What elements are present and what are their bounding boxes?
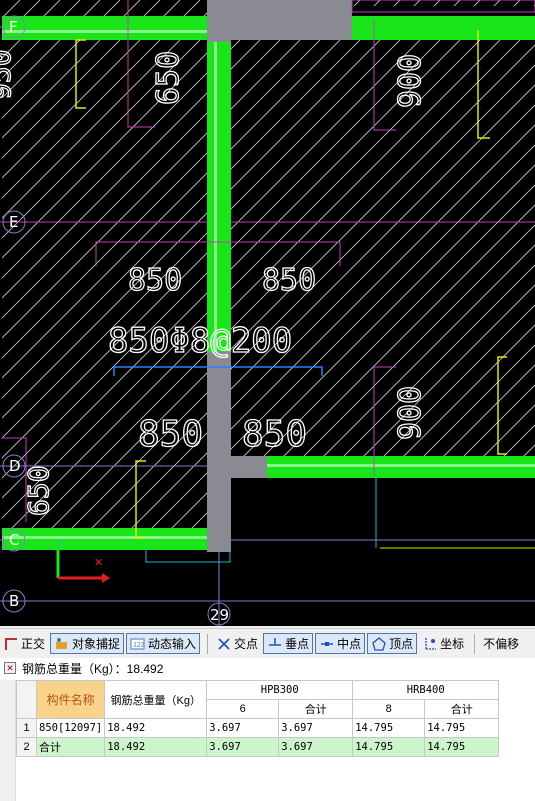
ortho-icon	[3, 636, 18, 651]
column-top	[207, 0, 352, 42]
dim-850-b: 850	[262, 263, 316, 298]
cell-value[interactable]: 14.795	[424, 718, 500, 738]
beam-top-right	[352, 16, 535, 40]
rebar-note: 850Φ8@200	[108, 321, 292, 361]
dim-900-bottom: 900	[393, 386, 428, 440]
dim-650-left: 650	[22, 465, 55, 516]
beam-vertical	[207, 40, 231, 352]
perpendicular-icon	[267, 636, 282, 651]
svg-text:E: E	[9, 213, 18, 231]
cell-name[interactable]: 850[12097]	[35, 718, 106, 738]
cad-drawing-canvas[interactable]: ✕ F E D C B 29 650 900 850 850 850Φ8@200…	[0, 0, 535, 626]
cell-name[interactable]: 合计	[35, 737, 106, 757]
rebar-table: 构件名称 钢筋总重量（Kg） HPB300 HRB400 6 合计 8 合计 1…	[16, 680, 500, 757]
cell-value[interactable]: 3.697	[206, 718, 280, 738]
toolbar-separator	[474, 633, 476, 654]
empty-zone	[230, 478, 535, 548]
svg-text:✕: ✕	[94, 557, 103, 569]
row-number: 2	[16, 737, 37, 757]
row-number: 1	[16, 718, 37, 738]
intersection-snap[interactable]: 交点	[213, 633, 261, 654]
cell-value[interactable]: 3.697	[278, 737, 354, 757]
svg-text:B: B	[9, 592, 19, 610]
perpendicular-snap[interactable]: 垂点	[263, 633, 314, 654]
header-subtotal-1: 合计	[278, 699, 354, 719]
no-offset-dropdown[interactable]: 不偏移	[480, 633, 522, 654]
dynamic-input-toggle[interactable]: 123 动态输入	[126, 633, 201, 654]
coordinate-icon	[422, 636, 437, 651]
dim-850-d: 850	[242, 414, 307, 455]
vertex-snap[interactable]: 顶点	[367, 633, 418, 654]
vertex-icon	[371, 636, 386, 651]
table-row[interactable]: 2 合计 18.492 3.697 3.697 14.795 14.795	[16, 737, 500, 757]
svg-text:123: 123	[133, 642, 145, 649]
header-total-weight[interactable]: 钢筋总重量（Kg）	[104, 680, 208, 719]
svg-text:D: D	[9, 457, 21, 475]
beam-top-left	[2, 16, 207, 40]
dim-650-top: 650	[151, 51, 186, 105]
dim-850-c: 850	[138, 414, 203, 455]
midpoint-icon	[319, 636, 334, 651]
header-subtotal-2: 合计	[424, 699, 500, 719]
cell-value[interactable]: 14.795	[352, 718, 426, 738]
cell-total[interactable]: 18.492	[104, 737, 208, 757]
header-component-name[interactable]: 构件名称	[35, 680, 106, 719]
corner-cell	[16, 680, 37, 719]
snap-icon	[54, 636, 69, 651]
cell-total[interactable]: 18.492	[104, 718, 208, 738]
cell-value[interactable]: 14.795	[424, 737, 500, 757]
dim-950-left: 950	[0, 49, 17, 100]
close-icon[interactable]: ✕	[4, 662, 16, 674]
midpoint-snap[interactable]: 中点	[315, 633, 366, 654]
header-grade-hpb300: HPB300	[206, 680, 354, 700]
panel-header: ✕ 钢筋总重量（Kg）：18.492	[0, 658, 535, 678]
coordinate-snap[interactable]: 坐标	[419, 633, 467, 654]
panel-title: 钢筋总重量（Kg）：18.492	[22, 661, 164, 676]
cell-value[interactable]: 3.697	[206, 737, 280, 757]
svg-text:F: F	[9, 18, 18, 36]
snap-toolbar: 正交 对象捕捉 123 动态输入 交点 垂点 中点 顶点 坐标 不偏移	[0, 628, 535, 659]
dim-900-top: 900	[393, 54, 428, 108]
toolbar-separator	[207, 633, 209, 654]
dim-850-a: 850	[128, 263, 182, 298]
intersection-icon	[216, 636, 231, 651]
svg-text:C: C	[9, 531, 19, 549]
svg-text:29: 29	[210, 606, 229, 624]
cell-value[interactable]: 14.795	[352, 737, 426, 757]
object-snap-toggle[interactable]: 对象捕捉	[50, 633, 125, 654]
table-row[interactable]: 1 850[12097] 18.492 3.697 3.697 14.795 1…	[16, 718, 500, 738]
header-grade-hrb400: HRB400	[352, 680, 500, 700]
row-header-gutter	[0, 680, 16, 801]
axis-bubble-29: 29	[207, 602, 231, 626]
ortho-toggle[interactable]: 正交	[0, 633, 48, 654]
dynamic-input-icon: 123	[130, 636, 145, 651]
cell-value[interactable]: 3.697	[278, 718, 354, 738]
header-dia-8: 8	[352, 699, 426, 719]
header-dia-6: 6	[206, 699, 280, 719]
